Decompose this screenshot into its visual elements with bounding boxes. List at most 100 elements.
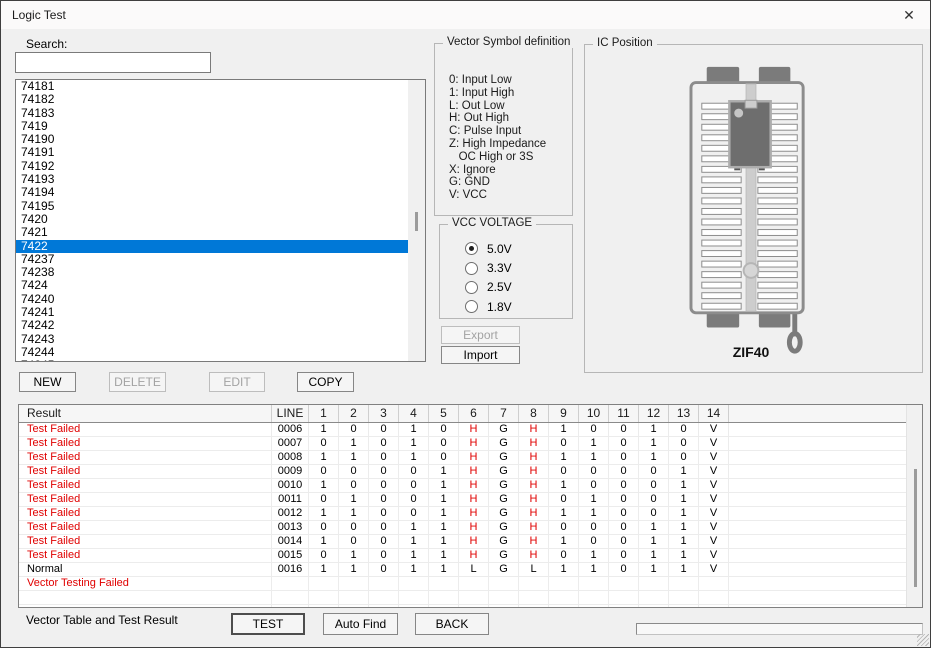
table-row[interactable]: Test Failed 0009 0 0 0 0 1 H G H 0 0 0 0 1 V <box>19 465 906 479</box>
vcc-radio-2.5V[interactable]: 2.5V <box>440 278 572 297</box>
list-item-7419[interactable]: 7419 <box>16 119 408 133</box>
search-input[interactable] <box>15 52 211 73</box>
pin-value-cell: 0 <box>579 479 609 493</box>
vcc-voltage-group-label: VCC VOLTAGE <box>448 217 537 229</box>
column-header-3[interactable]: 3 <box>369 405 399 422</box>
radio-circle-icon[interactable] <box>465 261 478 275</box>
pin-value-cell: 0 <box>399 493 429 507</box>
device-list-scroll-thumb[interactable] <box>415 212 418 231</box>
delete-button[interactable]: DELETE <box>109 372 166 392</box>
progress-bar <box>636 623 923 635</box>
column-header-line[interactable]: LINE <box>272 405 309 422</box>
table-row[interactable]: Vector Testing Failed <box>19 577 906 591</box>
import-button[interactable]: Import <box>441 346 520 364</box>
table-row[interactable]: Test Failed 0008 1 1 0 1 0 H G H 1 1 0 1 0 V <box>19 451 906 465</box>
pin-value-cell: 0 <box>309 549 339 563</box>
list-item-7422[interactable]: 7422 <box>16 239 408 253</box>
radio-circle-icon[interactable] <box>465 242 478 256</box>
list-item-74191[interactable]: 74191 <box>16 146 408 160</box>
pin-value-cell: 1 <box>429 465 459 479</box>
column-header-1[interactable]: 1 <box>309 405 339 422</box>
row-filler <box>729 549 906 563</box>
column-header-2[interactable]: 2 <box>339 405 369 422</box>
column-header-8[interactable]: 8 <box>519 405 549 422</box>
list-item-74195[interactable]: 74195 <box>16 199 408 213</box>
list-item-74245[interactable]: 74245 <box>16 358 408 361</box>
test-button[interactable]: TEST <box>231 613 305 635</box>
vector-table-scrollbar[interactable] <box>906 405 922 607</box>
radio-circle-icon[interactable] <box>465 280 478 294</box>
table-row[interactable]: Normal 0016 1 1 0 1 1 L G L 1 1 0 1 1 V <box>19 563 906 577</box>
pin-value-cell: 0 <box>609 521 639 535</box>
column-header-12[interactable]: 12 <box>639 405 669 422</box>
vcc-radio-1.8V[interactable]: 1.8V <box>440 297 572 316</box>
pin-value-cell: 0 <box>429 423 459 437</box>
table-row[interactable]: Test Failed 0007 0 1 0 1 0 H G H 0 1 0 1 0 V <box>19 437 906 451</box>
list-item-74241[interactable]: 74241 <box>16 305 408 319</box>
device-list-scrollbar[interactable] <box>408 80 425 361</box>
radio-label: 3.3V <box>487 261 512 276</box>
new-button[interactable]: NEW <box>19 372 76 392</box>
table-row[interactable]: Test Failed 0014 1 0 0 1 1 H G H 1 0 0 1 1 V <box>19 535 906 549</box>
row-filler <box>729 591 906 605</box>
pin-value-cell: G <box>489 437 519 451</box>
radio-circle-icon[interactable] <box>465 300 478 314</box>
column-header-14[interactable]: 14 <box>699 405 729 422</box>
column-header-11[interactable]: 11 <box>609 405 639 422</box>
table-row[interactable]: Test Failed 0013 0 0 0 1 1 H G H 0 0 0 1 1 V <box>19 521 906 535</box>
list-item-74237[interactable]: 74237 <box>16 252 408 266</box>
pin-value-cell: 1 <box>399 549 429 563</box>
list-item-74183[interactable]: 74183 <box>16 106 408 120</box>
edit-button[interactable]: EDIT <box>209 372 265 392</box>
resize-grip-icon[interactable] <box>917 634 929 646</box>
list-item-74240[interactable]: 74240 <box>16 292 408 306</box>
column-header-13[interactable]: 13 <box>669 405 699 422</box>
list-item-74194[interactable]: 74194 <box>16 186 408 200</box>
table-row[interactable] <box>19 605 906 607</box>
list-item-74238[interactable]: 74238 <box>16 265 408 279</box>
list-item-74182[interactable]: 74182 <box>16 92 408 106</box>
list-item-74243[interactable]: 74243 <box>16 332 408 346</box>
export-button[interactable]: Export <box>441 326 520 344</box>
table-row[interactable]: Test Failed 0011 0 1 0 0 1 H G H 0 1 0 0 1 V <box>19 493 906 507</box>
result-cell: Vector Testing Failed <box>19 577 272 591</box>
device-listbox[interactable]: 74181 74182 74183 7419 74190 74191 74192 74193 7… <box>15 79 426 362</box>
pin-value-cell: 1 <box>429 535 459 549</box>
table-row[interactable] <box>19 591 906 605</box>
pin-value-cell: 0 <box>369 423 399 437</box>
symbol-definition-line: V: VCC <box>449 189 487 202</box>
list-item-74192[interactable]: 74192 <box>16 159 408 173</box>
column-header-6[interactable]: 6 <box>459 405 489 422</box>
column-header-10[interactable]: 10 <box>579 405 609 422</box>
column-header-4[interactable]: 4 <box>399 405 429 422</box>
vector-table[interactable]: Result LINE 1 2 3 4 5 6 7 8 9 10 11 12 13 14 Test Faile… <box>18 404 923 608</box>
pin-value-cell: 1 <box>429 493 459 507</box>
pin-value-cell <box>699 577 729 591</box>
pin-value-cell: 0 <box>429 437 459 451</box>
pin-value-cell: G <box>489 507 519 521</box>
vcc-radio-5.0V[interactable]: 5.0V <box>440 239 572 258</box>
table-row[interactable]: Test Failed 0006 1 0 0 1 0 H G H 1 0 0 1 0 V <box>19 423 906 437</box>
copy-button[interactable]: COPY <box>297 372 354 392</box>
list-item-74242[interactable]: 74242 <box>16 319 408 333</box>
back-button[interactable]: BACK <box>415 613 489 635</box>
list-item-7420[interactable]: 7420 <box>16 212 408 226</box>
column-header-result[interactable]: Result <box>19 405 272 422</box>
list-item-74244[interactable]: 74244 <box>16 345 408 359</box>
vector-table-scroll-thumb[interactable] <box>914 469 917 587</box>
list-item-7421[interactable]: 7421 <box>16 225 408 239</box>
column-header-9[interactable]: 9 <box>549 405 579 422</box>
column-header-5[interactable]: 5 <box>429 405 459 422</box>
table-row[interactable]: Test Failed 0012 1 1 0 0 1 H G H 1 1 0 0 1 V <box>19 507 906 521</box>
table-row[interactable]: Test Failed 0015 0 1 0 1 1 H G H 0 1 0 1 1 V <box>19 549 906 563</box>
list-item-74190[interactable]: 74190 <box>16 132 408 146</box>
pin-value-cell <box>669 591 699 605</box>
list-item-74193[interactable]: 74193 <box>16 172 408 186</box>
vcc-radio-3.3V[interactable]: 3.3V <box>440 258 572 277</box>
auto-find-button[interactable]: Auto Find <box>323 613 398 635</box>
column-header-7[interactable]: 7 <box>489 405 519 422</box>
close-icon[interactable]: ✕ <box>892 1 926 29</box>
list-item-74181[interactable]: 74181 <box>16 80 408 93</box>
table-row[interactable]: Test Failed 0010 1 0 0 0 1 H G H 1 0 0 0 1 V <box>19 479 906 493</box>
list-item-7424[interactable]: 7424 <box>16 279 408 293</box>
